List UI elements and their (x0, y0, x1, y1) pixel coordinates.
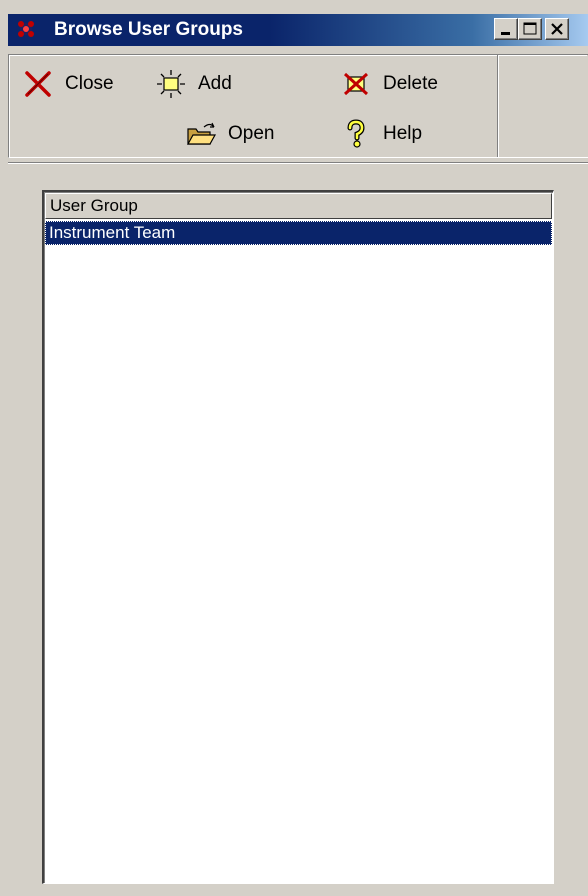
browse-user-groups-window: Browse User Groups Close Add Delete Open… (0, 0, 588, 896)
app-icon[interactable] (16, 19, 36, 39)
window-title: Browse User Groups (54, 19, 243, 40)
maximize-button[interactable] (518, 18, 542, 40)
delete-button[interactable]: Delete (339, 67, 438, 101)
add-button-label: Add (198, 73, 232, 94)
maximize-icon (523, 22, 537, 35)
delete-button-label: Delete (383, 73, 438, 94)
toolbar: Close Add Delete Open Help (8, 54, 588, 158)
minimize-button[interactable] (494, 18, 518, 40)
help-button[interactable]: Help (339, 117, 422, 151)
add-button[interactable]: Add (154, 67, 232, 101)
add-sparkle-icon (154, 67, 188, 101)
minimize-icon (501, 32, 510, 35)
column-header-user-group[interactable]: User Group (45, 193, 552, 219)
open-button[interactable]: Open (184, 117, 274, 151)
list-item-instrument-team[interactable]: Instrument Team (45, 221, 552, 245)
red-x-close-icon (21, 67, 55, 101)
toolbar-separator (497, 55, 499, 157)
close-button-label: Close (65, 73, 114, 94)
help-button-label: Help (383, 123, 423, 144)
toolbar-divider (8, 162, 588, 164)
open-button-label: Open (228, 123, 275, 144)
close-window-button[interactable] (545, 18, 569, 40)
title-bar[interactable]: Browse User Groups (8, 14, 588, 46)
open-folder-icon (184, 117, 218, 151)
question-mark-help-icon (339, 117, 373, 151)
user-group-list[interactable]: User Group Instrument Team (42, 190, 554, 884)
close-icon (551, 23, 563, 35)
delete-icon (339, 67, 373, 101)
close-button[interactable]: Close (21, 67, 114, 101)
